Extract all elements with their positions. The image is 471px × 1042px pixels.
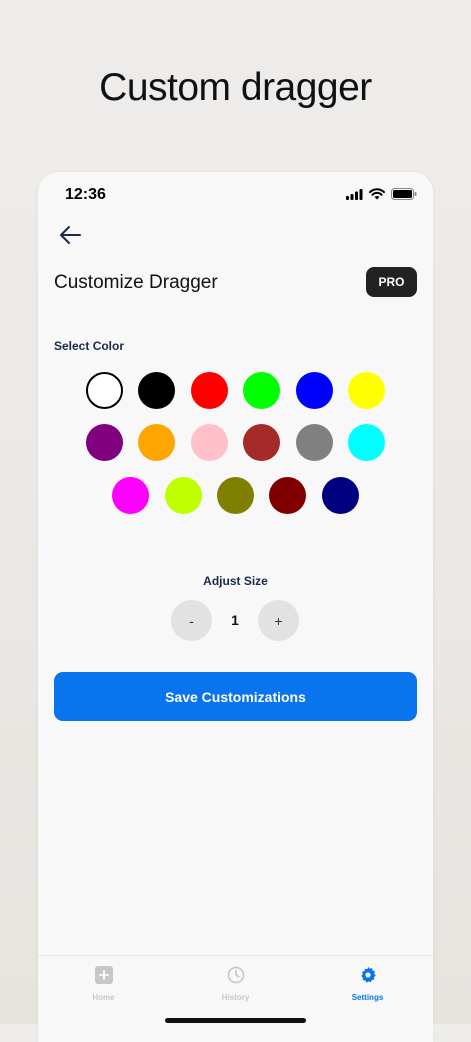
color-swatch[interactable] — [217, 477, 254, 514]
color-swatch[interactable] — [138, 372, 176, 409]
battery-icon — [391, 188, 417, 200]
select-color-label: Select Color — [54, 339, 125, 353]
color-swatch[interactable] — [112, 477, 150, 514]
tab-bar: Home History Settings — [38, 955, 433, 1042]
color-swatch[interactable] — [243, 424, 281, 461]
plus-square-icon — [94, 966, 113, 984]
color-swatch[interactable] — [295, 424, 333, 461]
color-swatch[interactable] — [86, 424, 123, 461]
save-customizations-button[interactable]: Save Customizations — [54, 672, 417, 721]
color-swatch[interactable] — [138, 424, 176, 461]
tab-home-label: Home — [92, 993, 115, 1002]
color-swatch[interactable] — [164, 477, 202, 514]
color-swatch[interactable] — [269, 477, 307, 514]
color-swatch[interactable] — [86, 372, 123, 409]
tab-settings[interactable]: Settings — [302, 956, 433, 1016]
clock-icon — [227, 966, 244, 984]
color-swatch[interactable] — [348, 424, 385, 461]
color-swatch[interactable] — [243, 372, 281, 409]
phone-screen: 12:36 Customize Dragger PRO Select Color… — [38, 172, 433, 1042]
gear-icon — [360, 966, 376, 983]
adjust-size-label: Adjust Size — [203, 574, 268, 588]
color-swatch[interactable] — [190, 424, 228, 461]
wifi-icon — [369, 188, 385, 200]
color-swatch[interactable] — [190, 372, 228, 409]
tab-settings-label: Settings — [351, 993, 384, 1002]
signal-icon — [346, 188, 363, 200]
tab-history[interactable]: History — [170, 956, 301, 1016]
size-increment-button[interactable]: + — [258, 600, 299, 641]
status-icons — [346, 188, 417, 200]
arrow-left-icon — [60, 226, 81, 244]
status-time: 12:36 — [65, 186, 106, 203]
pro-badge[interactable]: PRO — [366, 267, 417, 297]
page-title: Customize Dragger — [54, 272, 218, 293]
tab-home[interactable]: Home — [38, 956, 169, 1016]
color-swatch[interactable] — [348, 372, 385, 409]
size-decrement-button[interactable]: - — [171, 600, 212, 641]
back-button[interactable] — [58, 222, 84, 248]
size-value: 1 — [231, 612, 239, 628]
home-indicator — [165, 1018, 306, 1023]
color-swatch[interactable] — [321, 477, 359, 514]
tab-history-label: History — [221, 993, 250, 1002]
color-swatch[interactable] — [295, 372, 333, 409]
promo-headline: Custom dragger — [99, 66, 372, 109]
